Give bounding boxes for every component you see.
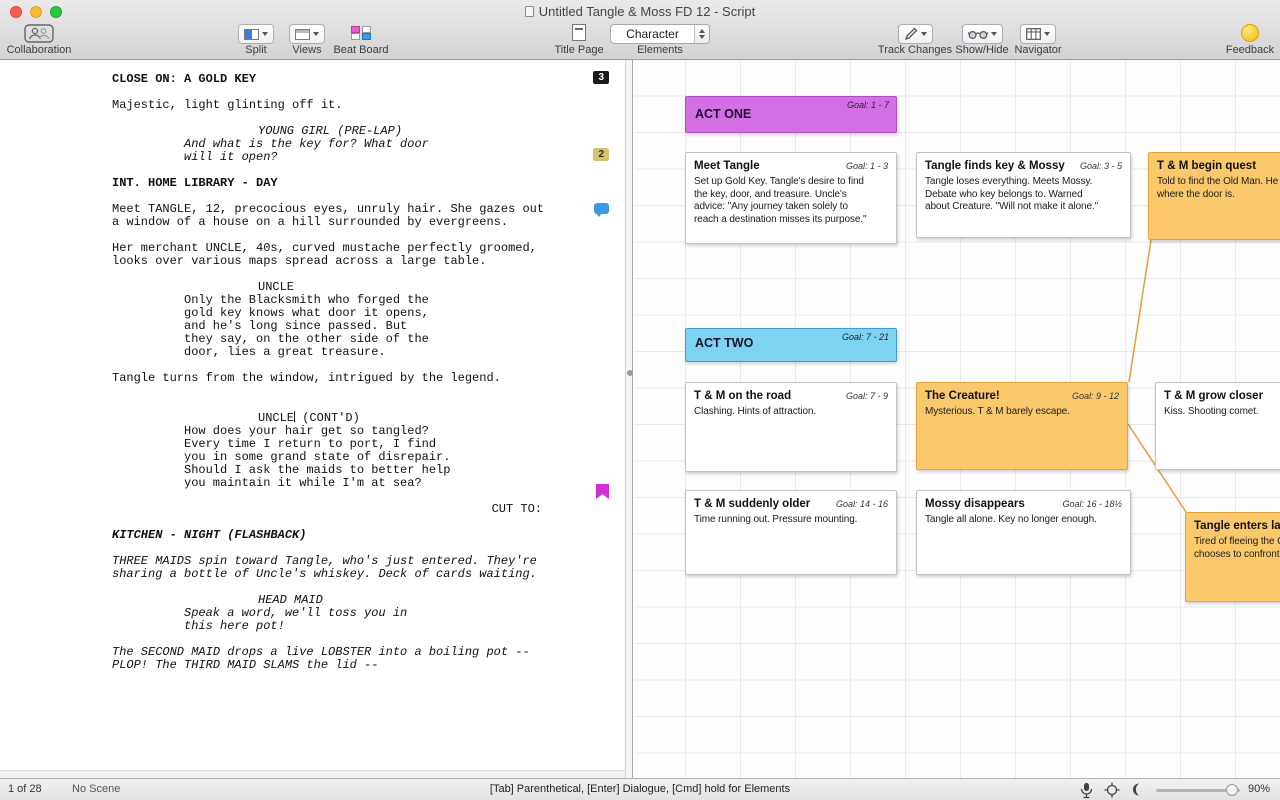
zoom-slider-thumb[interactable] [1226,784,1238,796]
pane-divider-handle[interactable] [627,370,633,376]
elements-selected-value: Character [611,27,694,41]
script-dialogue[interactable]: And what is the key for? What door will … [184,138,484,164]
zoom-level: 90% [1248,783,1270,795]
chevron-down-icon [313,32,319,36]
navigator-table-icon [1026,28,1041,40]
script-action[interactable]: The SECOND MAID drops a live LOBSTER int… [112,646,626,672]
elements-dropdown[interactable]: Character Elements [608,24,712,56]
script-character-cue[interactable]: UNCLE (CONT'D) [258,398,626,425]
script-editor[interactable]: CLOSE ON: A GOLD KEY Majestic, light gli… [0,60,626,770]
script-vertical-scrollbar[interactable] [626,60,633,778]
titlebar: Untitled Tangle & Moss FD 12 - Script [0,0,1280,22]
document-icon [525,6,534,17]
main-area: CLOSE ON: A GOLD KEY Majestic, light gli… [0,60,1280,778]
scene-number-badge[interactable]: 3 [593,71,609,84]
split-button[interactable]: Split [233,24,279,56]
feedback-button[interactable]: Feedback [1222,24,1278,56]
script-dialogue[interactable]: Only the Blacksmith who forged the gold … [184,294,484,359]
views-button[interactable]: Views [284,24,330,56]
script-transition[interactable]: CUT TO: [112,503,542,516]
beat-board-pane[interactable]: Goal: 1 - 7 ACT ONE Meet TangleGoal: 1 -… [634,60,1280,778]
show-hide-button[interactable]: Show/Hide [954,24,1010,56]
act-one-card[interactable]: Goal: 1 - 7 ACT ONE [685,96,897,133]
chevron-down-icon [991,32,997,36]
split-icon [244,29,259,40]
track-changes-button[interactable]: Track Changes [880,24,950,56]
act-two-card[interactable]: Goal: 7 - 21 ACT TWO [685,328,897,362]
status-bar: 1 of 28 No Scene [Tab] Parenthetical, [E… [0,778,1280,800]
script-scene-heading[interactable]: KITCHEN - NIGHT (FLASHBACK) [112,529,626,542]
beat-card-tangle-finds-key[interactable]: Tangle finds key & MossyGoal: 3 - 5 Tang… [916,152,1131,238]
script-shot[interactable]: CLOSE ON: A GOLD KEY [112,73,626,86]
dictation-mic-icon[interactable] [1080,782,1093,799]
title-page-button[interactable]: Title Page [550,24,608,56]
chevron-down-icon [262,32,268,36]
beat-card-on-the-road[interactable]: T & M on the roadGoal: 7 - 9 Clashing. H… [685,382,897,472]
scene-number-badge[interactable]: 2 [593,148,609,161]
beat-card-mossy-disappears[interactable]: Mossy disappearsGoal: 16 - 18½ Tangle al… [916,490,1131,575]
script-action[interactable]: Meet TANGLE, 12, precocious eyes, unruly… [112,203,626,229]
script-action[interactable]: Majestic, light glinting off it. [112,99,626,112]
beat-card-grow-closer[interactable]: T & M grow closer Kiss. Shooting comet. [1155,382,1280,470]
beat-board-button[interactable]: Beat Board [330,24,392,56]
pencil-icon [904,27,918,41]
chevron-down-icon [921,32,927,36]
horizontal-scrollbar[interactable] [0,770,626,778]
chevron-down-icon [1044,32,1050,36]
feedback-icon [1241,24,1259,42]
script-pane[interactable]: CLOSE ON: A GOLD KEY Majestic, light gli… [0,60,626,778]
night-mode-moon-icon[interactable] [1130,782,1145,797]
comment-bubble-icon[interactable] [594,203,609,214]
script-action[interactable]: Her merchant UNCLE, 40s, curved mustache… [112,242,626,268]
beat-card-meet-tangle[interactable]: Meet TangleGoal: 1 - 3 Set up Gold Key. … [685,152,897,244]
beat-card-begin-quest[interactable]: T & M begin quest Told to find the Old M… [1148,152,1280,240]
beat-board-icon [350,24,372,42]
collaboration-button[interactable]: Collaboration [2,24,76,56]
collaboration-icon [24,24,54,43]
window-title: Untitled Tangle & Moss FD 12 - Script [0,4,1280,19]
beat-card-creature[interactable]: The Creature!Goal: 9 - 12 Mysterious. T … [916,382,1128,470]
window-header: Untitled Tangle & Moss FD 12 - Script Co… [0,0,1280,60]
script-dialogue[interactable]: How does your hair get so tangled? Every… [184,425,484,490]
script-action[interactable]: Tangle turns from the window, intrigued … [112,372,626,385]
navigator-button[interactable]: Navigator [1010,24,1066,56]
beat-card-enters-lair[interactable]: Tangle enters lair Tired of fleeing the … [1185,512,1280,602]
script-scene-heading[interactable]: INT. HOME LIBRARY - DAY [112,177,626,190]
script-action[interactable]: THREE MAIDS spin toward Tangle, who's ju… [112,555,626,581]
target-focus-icon[interactable] [1104,782,1120,798]
title-page-icon [572,24,586,41]
script-dialogue[interactable]: Speak a word, we'll toss you in this her… [184,607,484,633]
zoom-slider[interactable] [1156,789,1240,792]
views-icon [295,29,310,40]
stepper-arrows-icon [694,25,709,43]
beat-card-suddenly-older[interactable]: T & M suddenly olderGoal: 14 - 16 Time r… [685,490,897,575]
glasses-icon [968,29,988,40]
